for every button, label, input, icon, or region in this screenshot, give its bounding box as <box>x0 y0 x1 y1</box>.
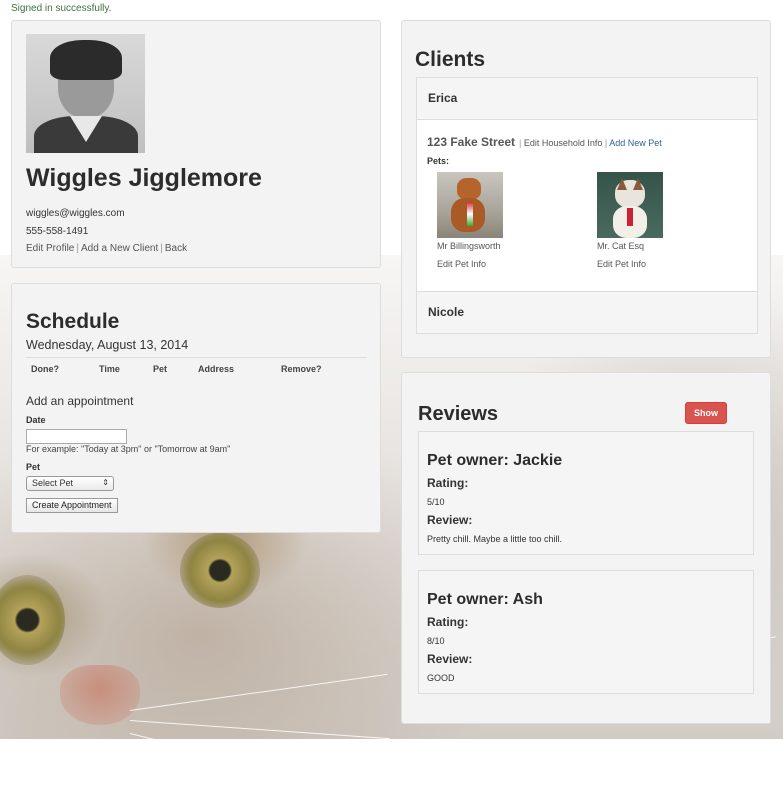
review-label: Review: <box>427 513 473 527</box>
review-card: Pet owner: Jackie Rating: 5/10 Review: P… <box>418 431 754 555</box>
review-text: Pretty chill. Maybe a little too chill. <box>427 534 563 544</box>
edit-pet-link[interactable]: Edit Pet Info <box>437 259 547 269</box>
review-owner: Pet owner: Ash <box>427 591 543 608</box>
column-address: Address <box>198 364 235 374</box>
schedule-panel: Schedule Wednesday, August 13, 2014 Done… <box>11 283 381 533</box>
client-body-erica: 123 Fake Street | Edit Household Info | … <box>417 119 757 291</box>
schedule-title: Schedule <box>26 310 120 333</box>
rating-value: 8/10 <box>427 636 445 646</box>
client-accordion-erica: Erica 123 Fake Street | Edit Household I… <box>416 77 758 292</box>
household-address: 123 Fake Street <box>427 135 516 149</box>
add-appointment-title: Add an appointment <box>26 394 134 408</box>
avatar <box>26 34 145 153</box>
household-links: | Edit Household Info | Add New Pet <box>519 138 662 148</box>
profile-name: Wiggles Jigglemore <box>26 164 262 192</box>
column-remove: Remove? <box>281 364 322 374</box>
edit-profile-link[interactable]: Edit Profile <box>26 243 74 254</box>
profile-email: wiggles@wiggles.com <box>26 208 125 219</box>
pet-photo-dog[interactable] <box>437 172 503 238</box>
edit-household-link[interactable]: Edit Household Info <box>524 138 603 148</box>
flash-message: Signed in successfully. <box>11 3 112 14</box>
client-accordion-nicole: Nicole <box>416 291 758 334</box>
pet-photo-cat[interactable] <box>597 172 663 238</box>
separator: | <box>76 243 79 254</box>
review-label: Review: <box>427 652 473 666</box>
rating-value: 5/10 <box>427 497 445 507</box>
pet-name: Mr. Cat Esq <box>597 241 645 251</box>
profile-links: Edit Profile | Add a New Client | Back <box>26 243 187 254</box>
reviews-panel: Reviews Show Pet owner: Jackie Rating: 5… <box>401 372 771 724</box>
back-link[interactable]: Back <box>165 243 187 254</box>
profile-phone: 555-558-1491 <box>26 226 89 237</box>
review-text: GOOD <box>427 673 455 683</box>
pet-select[interactable]: Select Pet ⇕ <box>26 476 114 491</box>
profile-panel: Wiggles Jigglemore wiggles@wiggles.com 5… <box>11 20 381 268</box>
pet-label: Pet <box>26 462 41 472</box>
date-hint: For example: "Today at 3pm" or "Tomorrow… <box>26 444 231 454</box>
select-arrows-icon: ⇕ <box>102 478 109 487</box>
clients-panel: Clients Erica 123 Fake Street | Edit Hou… <box>401 20 771 358</box>
column-time: Time <box>99 364 120 374</box>
add-new-pet-link[interactable]: Add New Pet <box>609 138 662 148</box>
reviews-title: Reviews <box>418 403 499 425</box>
pet-name: Mr Billingsworth <box>437 241 501 251</box>
separator: | <box>160 243 163 254</box>
create-appointment-button[interactable]: Create Appointment <box>26 498 118 513</box>
show-reviews-button[interactable]: Show <box>685 402 727 424</box>
column-done: Done? <box>31 364 59 374</box>
pet-select-value: Select Pet <box>32 478 74 488</box>
add-client-link[interactable]: Add a New Client <box>81 243 158 254</box>
date-input[interactable] <box>26 429 127 444</box>
client-header-erica[interactable]: Erica <box>417 78 757 119</box>
pets-label: Pets: <box>427 156 450 166</box>
clients-title: Clients <box>415 48 486 71</box>
rating-label: Rating: <box>427 615 469 629</box>
client-header-nicole[interactable]: Nicole <box>417 292 757 333</box>
rating-label: Rating: <box>427 476 469 490</box>
pet-card: Mr. Cat Esq Edit Pet Info <box>597 172 707 269</box>
edit-pet-link[interactable]: Edit Pet Info <box>597 259 707 269</box>
pet-card: Mr Billingsworth Edit Pet Info <box>437 172 547 269</box>
divider <box>26 357 367 358</box>
schedule-date: Wednesday, August 13, 2014 <box>26 338 189 352</box>
column-pet: Pet <box>153 364 168 374</box>
date-label: Date <box>26 415 46 425</box>
review-owner: Pet owner: Jackie <box>427 452 563 469</box>
review-card: Pet owner: Ash Rating: 8/10 Review: GOOD <box>418 570 754 694</box>
